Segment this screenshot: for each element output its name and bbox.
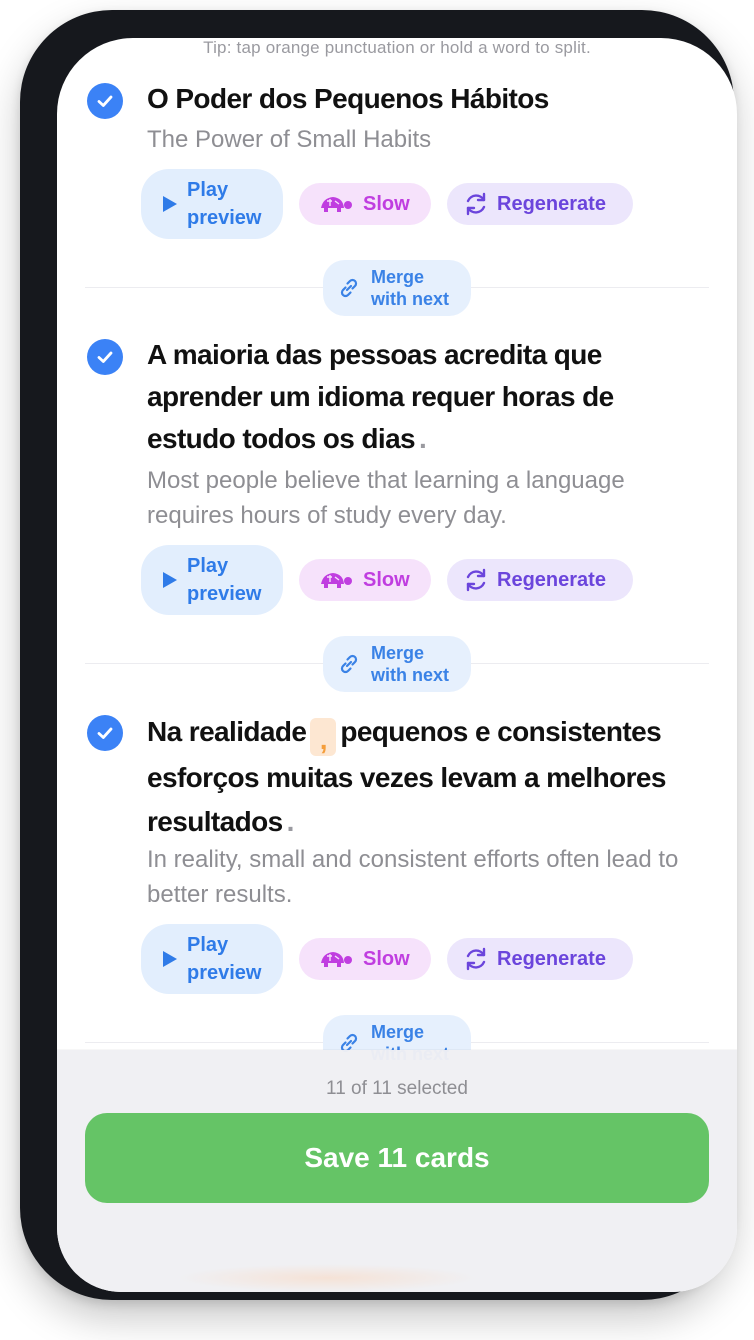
bottom-action-bar: 11 of 11 selected Save 11 cards — [57, 1050, 737, 1292]
regenerate-label: Regenerate — [497, 568, 606, 591]
play-preview-button[interactable]: Play preview — [141, 169, 283, 239]
checkmark-icon — [97, 95, 113, 107]
original-text[interactable]: O Poder dos Pequenos Hábitos — [147, 83, 549, 114]
slow-button[interactable]: Slow — [299, 938, 431, 980]
refresh-icon — [466, 568, 486, 592]
checkmark-icon — [97, 351, 113, 363]
refresh-icon — [466, 192, 486, 216]
refresh-icon — [466, 947, 486, 971]
app-screen: Tip: tap orange punctuation or hold a wo… — [57, 38, 737, 1292]
regenerate-label: Regenerate — [497, 192, 606, 215]
original-text[interactable]: A maioria das pessoas acredita que apren… — [147, 339, 621, 454]
checkmark-icon — [97, 727, 113, 739]
sentence-original[interactable]: O Poder dos Pequenos Hábitos — [147, 78, 697, 120]
slow-label: Slow — [363, 568, 410, 591]
sentence-original[interactable]: A maioria das pessoas acredita que apren… — [147, 334, 697, 460]
play-icon — [163, 196, 177, 212]
regenerate-button[interactable]: Regenerate — [447, 183, 633, 225]
end-punctuation[interactable]: . — [283, 806, 295, 837]
device-frame: Tip: tap orange punctuation or hold a wo… — [20, 10, 737, 1300]
sentence-translation: In reality, small and consistent efforts… — [147, 846, 679, 908]
selection-count: 11 of 11 selected — [326, 1078, 468, 1099]
tip-text: Tip: tap orange punctuation or hold a wo… — [203, 38, 591, 57]
slow-button[interactable]: Slow — [299, 183, 431, 225]
regenerate-button[interactable]: Regenerate — [447, 559, 633, 601]
link-icon — [340, 278, 358, 298]
turtle-icon — [321, 573, 352, 588]
slow-button[interactable]: Slow — [299, 559, 431, 601]
sentence-checkbox[interactable] — [87, 339, 123, 375]
slow-label: Slow — [363, 947, 410, 970]
sentence-translation: Most people believe that learning a lang… — [147, 467, 625, 529]
link-icon — [340, 654, 358, 674]
end-punctuation[interactable]: . — [415, 423, 427, 454]
original-text-part-a[interactable]: Na realidade — [147, 716, 307, 747]
merge-with-next-button[interactable]: Merge with next — [323, 260, 471, 316]
regenerate-button[interactable]: Regenerate — [447, 938, 633, 980]
slow-label: Slow — [363, 192, 410, 215]
play-preview-label: Play preview — [187, 555, 262, 605]
play-preview-label: Play preview — [187, 179, 262, 229]
merge-with-next-button[interactable]: Merge with next — [323, 636, 471, 692]
home-indicator-area — [177, 1264, 477, 1292]
turtle-icon — [321, 197, 352, 212]
play-preview-label: Play preview — [187, 934, 262, 984]
sentence-translation: The Power of Small Habits — [147, 126, 432, 153]
sentence-checkbox[interactable] — [87, 83, 123, 119]
merge-label: Merge with next — [371, 643, 450, 685]
regenerate-label: Regenerate — [497, 947, 606, 970]
play-icon — [163, 951, 177, 967]
sentence-original[interactable]: Na realidade, pequenos e consistentes esf… — [147, 710, 697, 844]
play-icon — [163, 572, 177, 588]
play-preview-button[interactable]: Play preview — [141, 924, 283, 994]
turtle-icon — [321, 952, 352, 967]
split-punctuation-button[interactable]: , — [310, 718, 337, 756]
sentence-checkbox[interactable] — [87, 715, 123, 751]
merge-label: Merge with next — [371, 267, 450, 309]
play-preview-button[interactable]: Play preview — [141, 545, 283, 615]
save-cards-button[interactable]: Save 11 cards — [85, 1113, 709, 1203]
